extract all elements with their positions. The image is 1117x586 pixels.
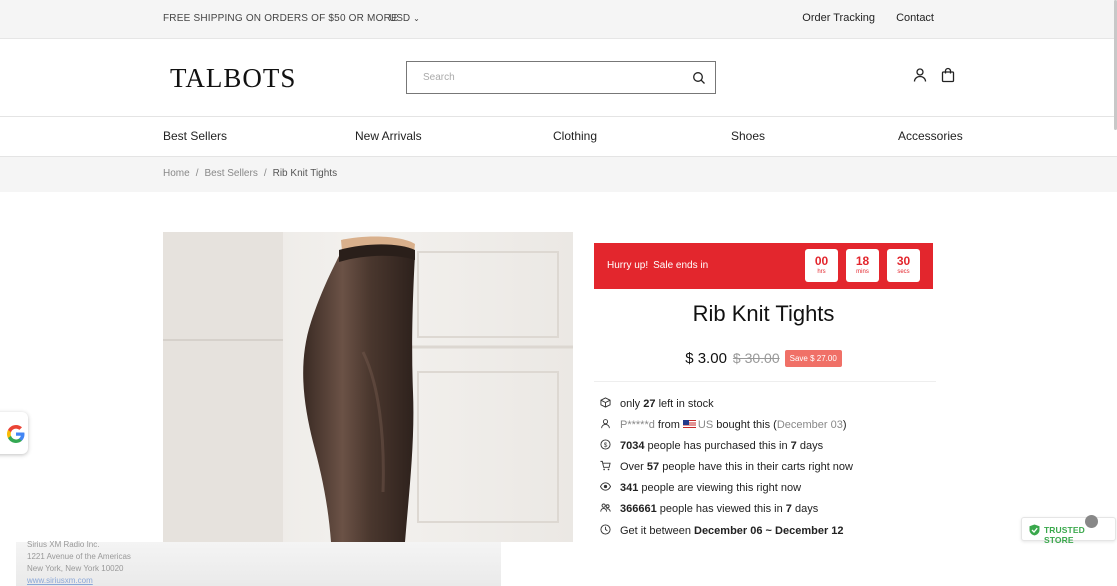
countdown-minutes: 18 mins bbox=[846, 249, 879, 282]
price-block: $ 3.00 $ 30.00 Save $ 27.00 bbox=[594, 350, 933, 368]
product-title: Rib Knit Tights bbox=[692, 301, 835, 326]
address-line: New York, New York 10020 bbox=[27, 564, 124, 573]
nav-shoes[interactable]: Shoes bbox=[731, 129, 765, 143]
delivery-estimate-row: Get it between December 06 ~ December 12 bbox=[600, 524, 960, 545]
site-header: TALBOTS bbox=[0, 39, 1117, 117]
address-line: 1221 Avenue of the Americas bbox=[27, 552, 131, 561]
sale-ends-text: Sale ends in bbox=[653, 260, 709, 271]
top-announcement-bar: FREE SHIPPING ON ORDERS OF $50 OR MORE U… bbox=[0, 0, 1117, 39]
stock-count: 27 bbox=[643, 398, 656, 410]
buyer-name: P*****d bbox=[620, 419, 655, 432]
main-navigation: Best Sellers New Arrivals Clothing Shoes… bbox=[0, 117, 1117, 157]
trusted-store-label: TRUSTED STORE bbox=[1044, 525, 1085, 545]
buyer-country: US bbox=[697, 419, 714, 432]
google-reviews-badge[interactable] bbox=[0, 412, 28, 454]
trusted-store-badge[interactable]: TRUSTED STORE bbox=[1021, 515, 1116, 545]
sale-countdown-banner: Hurry up! Sale ends in 00 hrs 18 mins 30 sec… bbox=[594, 243, 933, 289]
currency-label: USD bbox=[389, 13, 411, 24]
google-icon bbox=[7, 425, 25, 443]
sirius-address-overlay: Sirius XM Radio Inc. 1221 Avenue of the … bbox=[16, 540, 501, 586]
eye-icon bbox=[599, 482, 612, 492]
user-icon bbox=[601, 419, 610, 429]
cart-icon bbox=[600, 461, 611, 471]
search-input[interactable] bbox=[407, 62, 667, 93]
countdown-seconds: 30 secs bbox=[887, 249, 920, 282]
breadcrumb-separator: / bbox=[263, 168, 267, 179]
countdown-hours: 00 hrs bbox=[805, 249, 838, 282]
nav-new-arrivals[interactable]: New Arrivals bbox=[355, 129, 422, 143]
countdown-unit: secs bbox=[897, 269, 910, 275]
delivery-range: December 06 ~ December 12 bbox=[694, 524, 844, 537]
us-flag-icon bbox=[682, 420, 696, 429]
clock-icon bbox=[600, 524, 611, 535]
hurry-text: Hurry up! bbox=[607, 260, 649, 271]
box-icon bbox=[600, 397, 611, 408]
contact-link[interactable]: Contact bbox=[896, 12, 934, 24]
shield-check-icon bbox=[1029, 524, 1040, 536]
countdown-unit: mins bbox=[856, 269, 869, 275]
search-box bbox=[406, 61, 716, 94]
nav-clothing[interactable]: Clothing bbox=[553, 129, 597, 143]
countdown-unit: hrs bbox=[817, 269, 826, 275]
stock-row: only 27 left in stock bbox=[600, 397, 960, 418]
save-badge: Save $ 27.00 bbox=[784, 350, 842, 367]
viewing-now-row: 341 people are viewing this right now bbox=[599, 481, 960, 502]
countdown-value: 00 bbox=[814, 254, 829, 268]
svg-text:$: $ bbox=[604, 442, 608, 449]
recent-purchase-row: P*****d from US bought this (December 03) bbox=[600, 418, 960, 439]
breadcrumb-home[interactable]: Home bbox=[163, 168, 190, 179]
breadcrumb-current: Rib Knit Tights bbox=[272, 168, 338, 179]
compare-at-price: $ 30.00 bbox=[732, 350, 780, 366]
sale-price: $ 3.00 bbox=[685, 350, 727, 367]
countdown-value: 30 bbox=[896, 254, 911, 268]
viewed-count-row: 366661 people has viewed this in 7 days bbox=[600, 502, 960, 523]
countdown-value: 18 bbox=[855, 254, 870, 268]
close-icon[interactable] bbox=[1085, 515, 1098, 528]
free-shipping-text: FREE SHIPPING ON ORDERS OF $50 OR MORE bbox=[163, 13, 398, 24]
sirius-website-link[interactable]: www.siriusxm.com bbox=[27, 575, 501, 586]
order-tracking-link[interactable]: Order Tracking bbox=[802, 12, 875, 24]
purchased-count-row: $7034 people has purchased this in 7 day… bbox=[600, 439, 960, 460]
chevron-down-icon: ⌄ bbox=[413, 14, 420, 23]
nav-best-sellers[interactable]: Best Sellers bbox=[163, 129, 227, 143]
breadcrumb-bar: Home / Best Sellers / Rib Knit Tights bbox=[0, 157, 1117, 192]
breadcrumb-best-sellers[interactable]: Best Sellers bbox=[204, 168, 257, 179]
breadcrumb: Home / Best Sellers / Rib Knit Tights bbox=[163, 168, 337, 179]
shopping-bag-icon[interactable] bbox=[940, 67, 956, 83]
users-icon bbox=[600, 504, 611, 513]
dollar-circle-icon: $ bbox=[600, 439, 611, 450]
talbots-logo[interactable]: TALBOTS bbox=[170, 63, 296, 94]
search-icon[interactable] bbox=[692, 71, 706, 85]
breadcrumb-separator: / bbox=[195, 168, 199, 179]
account-icon[interactable] bbox=[912, 67, 928, 83]
divider bbox=[594, 381, 936, 382]
product-image[interactable] bbox=[163, 232, 573, 542]
product-info-list: only 27 left in stock P*****d from US bou… bbox=[599, 397, 960, 545]
nav-accessories[interactable]: Accessories bbox=[898, 129, 963, 143]
currency-selector[interactable]: USD ⌄ bbox=[389, 13, 420, 24]
address-line: Sirius XM Radio Inc. bbox=[27, 540, 100, 549]
purchase-date: December 03 bbox=[776, 419, 843, 432]
product-photo-tights bbox=[163, 232, 573, 542]
in-carts-row: Over 57 people have this in their carts … bbox=[600, 460, 960, 481]
